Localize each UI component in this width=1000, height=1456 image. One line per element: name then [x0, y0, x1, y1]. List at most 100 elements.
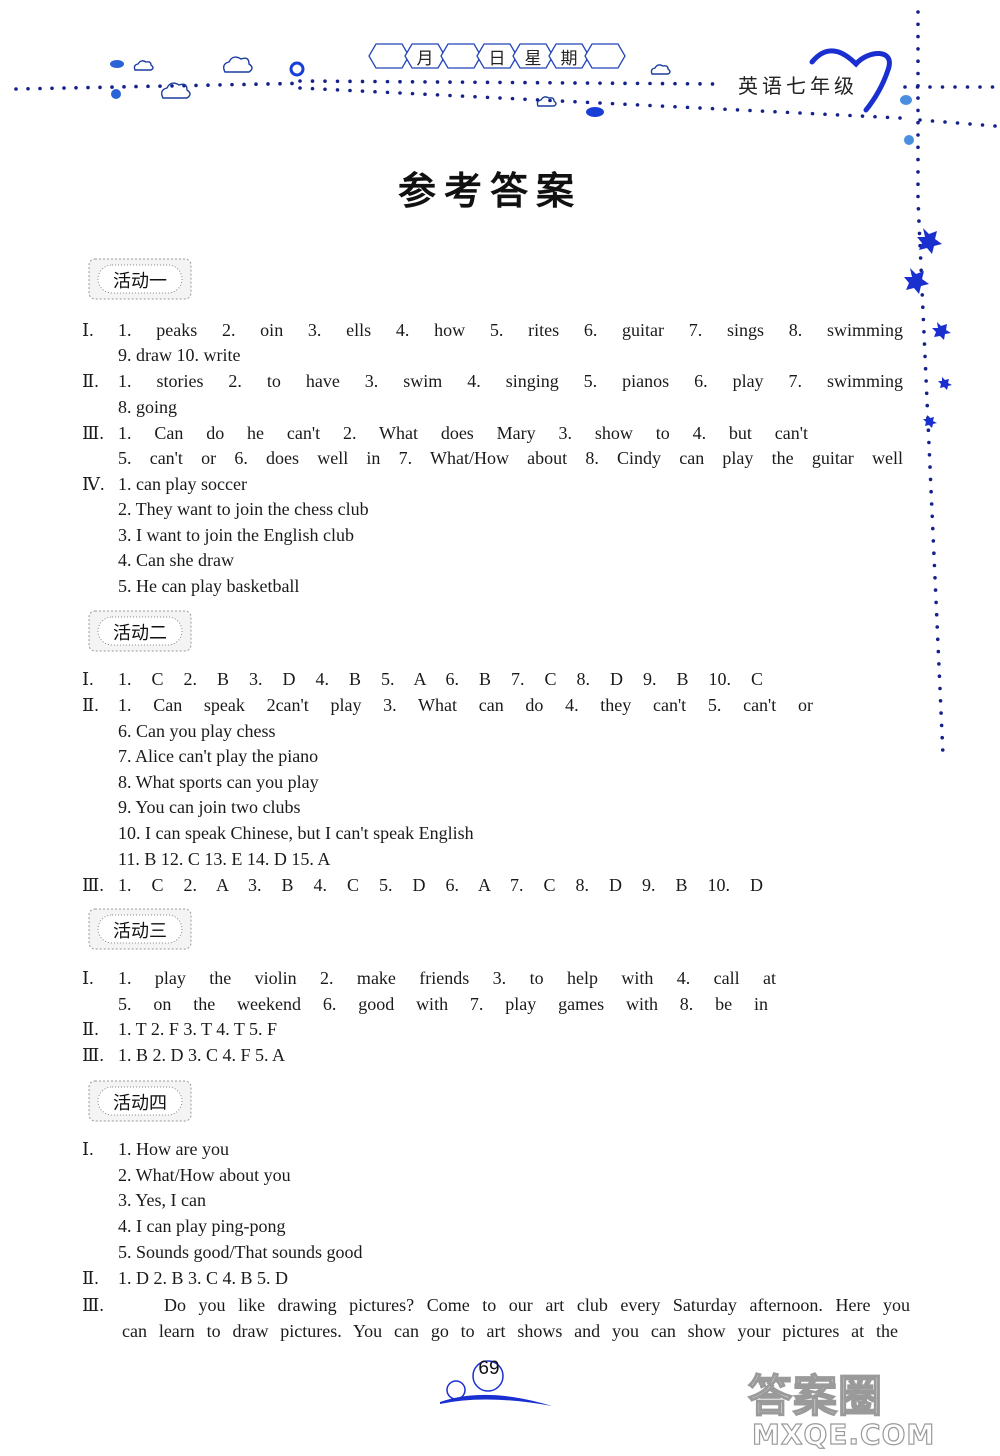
dot	[937, 662, 941, 666]
dot	[916, 96, 920, 100]
dot	[523, 97, 527, 102]
dot	[920, 293, 925, 297]
answer-line: 5. Sounds good/That sounds good	[118, 1242, 363, 1262]
dot	[635, 103, 640, 107]
watermark-url: MXQE.COM	[751, 1417, 936, 1451]
roman-numeral: Ⅱ.	[82, 1268, 99, 1288]
answer-line: 1. B 2. D 3. C 4. F 5. A	[118, 1045, 286, 1065]
dot	[460, 94, 465, 98]
dot	[823, 112, 827, 117]
dot	[932, 563, 937, 568]
dot	[916, 145, 920, 150]
dot	[278, 81, 282, 86]
dot	[598, 101, 602, 105]
section-badge-label: 活动四	[113, 1093, 167, 1114]
dot	[748, 108, 752, 113]
cloud-icon	[160, 82, 191, 99]
dot	[760, 109, 765, 113]
dot	[848, 113, 852, 118]
dot	[560, 99, 565, 103]
dot	[903, 85, 907, 89]
dot	[723, 107, 727, 112]
dot	[698, 106, 702, 110]
answer-line: 4. Can she draw	[118, 550, 234, 570]
star-icon	[932, 322, 951, 340]
dot	[925, 403, 930, 408]
star-icon	[904, 268, 929, 294]
star-icon	[938, 377, 952, 390]
dot	[935, 625, 940, 629]
dot	[773, 109, 777, 114]
answer-line: 1. Can do he can't 2. What does Mary 3. …	[118, 423, 808, 443]
dot	[953, 85, 957, 89]
dot	[423, 80, 427, 84]
dot	[922, 342, 927, 346]
watermark-logo: 答案圈	[747, 1370, 883, 1423]
answer-line: 10. I can speak Chinese, but I can't spe…	[118, 823, 474, 843]
dot	[916, 133, 920, 137]
page-number: 69	[478, 1358, 500, 1379]
dot	[934, 600, 938, 605]
dot	[930, 119, 935, 123]
dot	[323, 87, 327, 92]
dot	[62, 86, 66, 90]
dot	[928, 465, 932, 469]
dot	[242, 82, 246, 87]
dot	[936, 649, 941, 654]
answer-line: 9. draw 10. write	[118, 345, 241, 365]
answer-line: 1. C 2. B 3. D 4. B 5. A 6. B 7. C 8. D …	[118, 669, 763, 689]
cloud-icon	[133, 60, 154, 71]
answer-line: 2. They want to join the chess club	[118, 499, 369, 519]
answer-line: 5. He can play basketball	[118, 576, 300, 596]
dot	[660, 81, 665, 86]
flower-icon	[111, 89, 121, 99]
roman-numeral: Ⅰ.	[82, 320, 94, 340]
dot	[938, 699, 943, 703]
dot	[930, 514, 935, 519]
flower-icon	[904, 135, 914, 145]
dot	[934, 612, 939, 617]
dot	[873, 114, 877, 119]
dot	[939, 711, 943, 715]
bird-icon	[900, 95, 912, 105]
dot	[921, 317, 926, 322]
answer-line: 6. Can you play chess	[118, 721, 276, 741]
star-icon	[917, 228, 942, 254]
dot	[943, 120, 947, 124]
answer-line: 5. on the weekend 6. good with 7. play g…	[118, 994, 768, 1014]
dot	[932, 551, 936, 555]
answer-line: 11. B 12. C 13. E 14. D 15. A	[118, 849, 331, 869]
dot	[410, 80, 415, 84]
dot	[435, 80, 440, 84]
dot	[933, 576, 937, 580]
answer-line: 3. Yes, I can	[118, 1190, 206, 1210]
dot	[50, 86, 54, 91]
dot	[623, 102, 627, 107]
answer-line: 1. T 2. F 3. T 4. T 5. F	[118, 1019, 278, 1039]
dot	[585, 81, 590, 85]
dot	[931, 539, 936, 543]
bird-icon	[110, 60, 124, 68]
dot	[448, 93, 452, 98]
dot	[74, 86, 78, 90]
dot	[310, 86, 315, 91]
dot	[510, 96, 515, 101]
dot	[170, 84, 174, 88]
date-fields: 月 日星期	[368, 43, 626, 69]
dot	[916, 47, 920, 51]
section-badge: 活动一	[88, 258, 192, 300]
dot	[598, 81, 602, 85]
dot	[916, 22, 920, 27]
dot	[928, 477, 933, 482]
dot	[398, 91, 402, 95]
dot	[194, 83, 198, 88]
dot	[955, 121, 960, 125]
dot	[940, 748, 945, 752]
dot	[923, 354, 927, 359]
dot	[698, 82, 702, 86]
dot	[924, 379, 928, 383]
dot	[510, 80, 515, 85]
dot	[398, 79, 402, 84]
dot	[919, 268, 923, 273]
date-blank-field[interactable]	[584, 43, 626, 69]
